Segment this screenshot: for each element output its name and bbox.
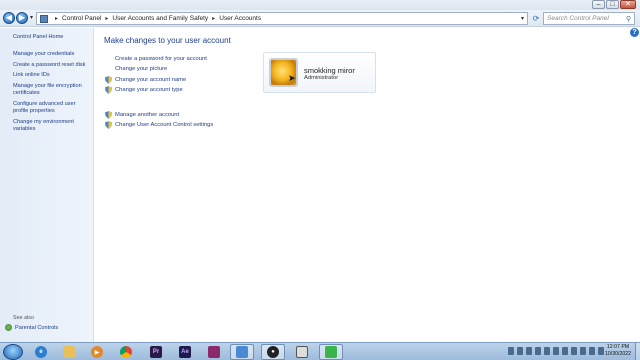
breadcrumb-user-accounts-family-safety[interactable]: User Accounts and Family Safety [112, 15, 208, 22]
task-uac-settings[interactable]: Change User Account Control settings [115, 122, 213, 128]
breadcrumb-separator-icon[interactable]: ▸ [55, 15, 58, 22]
tray-icon[interactable] [580, 347, 586, 355]
taskbar-after-effects-icon[interactable]: Ae [173, 344, 197, 360]
tray-icon[interactable] [553, 347, 559, 355]
sidebar-link-password-reset-disk[interactable]: Create a password reset disk [13, 62, 91, 69]
see-also-heading: See also [13, 315, 34, 321]
breadcrumb-user-accounts[interactable]: User Accounts [219, 15, 261, 22]
tray-icon[interactable] [544, 347, 550, 355]
taskbar-green-app-icon[interactable] [319, 344, 343, 360]
taskbar-premiere-pro-icon[interactable]: Pr [144, 344, 168, 360]
parental-controls-link[interactable]: Parental Controls [5, 324, 58, 331]
forward-button[interactable]: ▶ [16, 12, 28, 24]
back-button[interactable]: ◀ [3, 12, 15, 24]
window-controls: – □ ✕ [592, 0, 636, 9]
window-title-bar: – □ ✕ [0, 0, 640, 10]
refresh-icon[interactable]: ⟳ [531, 13, 541, 24]
tray-icon[interactable] [517, 347, 523, 355]
taskbar-winrar-icon[interactable] [202, 344, 226, 360]
tray-icon[interactable] [535, 347, 541, 355]
taskbar-window-app-icon[interactable] [290, 344, 314, 360]
uac-shield-icon [105, 76, 112, 84]
close-button[interactable]: ✕ [620, 0, 636, 9]
mouse-cursor-icon: ➤ [288, 73, 296, 83]
search-placeholder: Search Control Panel [547, 15, 609, 22]
uac-shield-icon [105, 111, 112, 119]
taskbar-media-player-icon[interactable]: ▶ [85, 344, 109, 360]
clock-time: 12:07 PM [606, 344, 630, 350]
tray-icon[interactable] [508, 347, 514, 355]
taskbar: e ▶ Pr Ae ● 12:07 PM 10/30/2022 [0, 342, 640, 360]
uac-shield-icon [105, 86, 112, 94]
parental-controls-icon [5, 324, 12, 331]
control-panel-icon [40, 14, 48, 23]
account-role: Administrator [304, 75, 339, 81]
breadcrumb-control-panel[interactable]: Control Panel [62, 15, 101, 22]
task-change-account-name[interactable]: Change your account name [115, 77, 186, 83]
sidebar-link-file-encryption[interactable]: Manage your file encryption certificates [13, 83, 91, 96]
breadcrumb-separator-icon[interactable]: ▸ [212, 15, 215, 22]
sidebar-link-environment-variables[interactable]: Change my environment variables [13, 119, 91, 132]
address-bar[interactable]: ▸ Control Panel ▸ User Accounts and Fami… [36, 12, 528, 25]
sidebar-link-control-panel-home[interactable]: Control Panel Home [13, 34, 91, 41]
page-title: Make changes to your user account [104, 36, 231, 45]
taskbar-control-panel-icon[interactable] [230, 344, 254, 360]
clock[interactable]: 12:07 PM 10/30/2022 [603, 344, 633, 358]
taskbar-recorder-icon[interactable]: ● [261, 344, 285, 360]
sidebar: Control Panel Home Manage your credentia… [0, 28, 94, 342]
uac-shield-icon [105, 121, 112, 129]
minimize-button[interactable]: – [592, 0, 605, 9]
task-change-account-type[interactable]: Change your account type [115, 87, 183, 93]
taskbar-chrome-icon[interactable] [114, 344, 138, 360]
tray-icon[interactable] [526, 347, 532, 355]
taskbar-file-explorer-icon[interactable] [57, 344, 81, 360]
parental-controls-label[interactable]: Parental Controls [15, 325, 58, 331]
recent-pages-dropdown-icon[interactable]: ▾ [30, 14, 33, 21]
breadcrumb-separator-icon[interactable]: ▸ [105, 15, 108, 22]
show-desktop-button[interactable] [635, 343, 640, 360]
task-change-picture[interactable]: Change your picture [115, 66, 167, 72]
clock-date: 10/30/2022 [605, 351, 631, 357]
system-tray [508, 347, 604, 355]
tray-icon[interactable] [571, 347, 577, 355]
account-name: smokking miror [304, 66, 355, 75]
search-input[interactable]: Search Control Panel ⚲ [543, 12, 635, 25]
start-button[interactable] [3, 344, 23, 360]
address-dropdown-icon[interactable]: ▾ [521, 15, 524, 22]
search-icon[interactable]: ⚲ [626, 14, 631, 25]
sidebar-link-profile-properties[interactable]: Configure advanced user profile properti… [13, 101, 91, 114]
sidebar-link-manage-credentials[interactable]: Manage your credentials [13, 51, 91, 58]
task-manage-another-account[interactable]: Manage another account [115, 112, 179, 118]
maximize-button[interactable]: □ [606, 0, 619, 9]
sidebar-link-online-ids[interactable]: Link online IDs [13, 72, 91, 79]
navigation-bar: ◀ ▶ ▾ ▸ Control Panel ▸ User Accounts an… [0, 10, 640, 27]
tray-icon[interactable] [589, 347, 595, 355]
account-card: ➤ smokking miror Administrator [263, 52, 376, 93]
help-icon[interactable]: ? [630, 28, 639, 37]
taskbar-internet-explorer-icon[interactable]: e [29, 344, 53, 360]
task-create-password[interactable]: Create a password for your account [115, 56, 207, 62]
tray-icon[interactable] [562, 347, 568, 355]
